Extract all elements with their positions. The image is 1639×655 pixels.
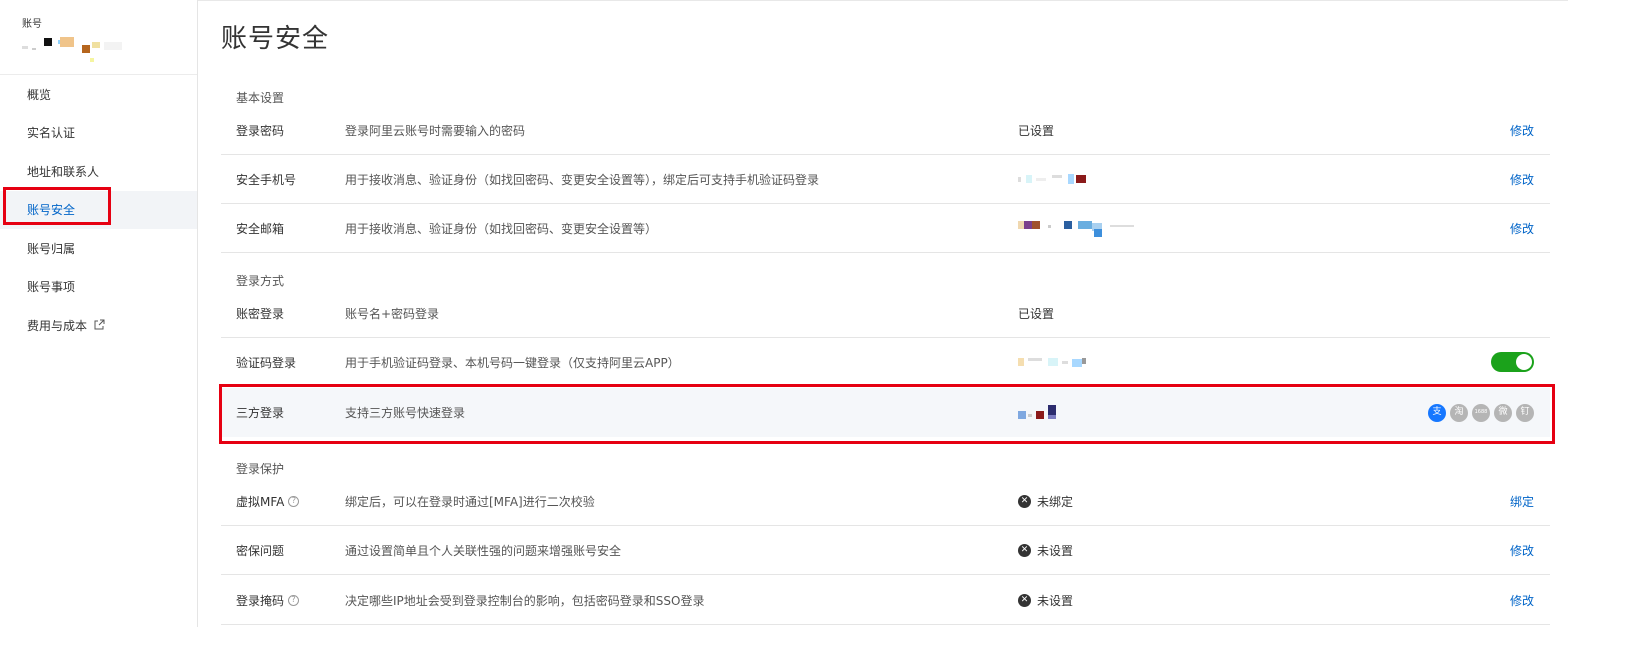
sidebar-item-ownership[interactable]: 账号归属	[0, 229, 197, 268]
row-desc: 决定哪些IP地址会受到登录控制台的影响，包括密码登录和SSO登录	[345, 593, 705, 608]
modify-email-link[interactable]: 修改	[1510, 220, 1534, 237]
row-status: ✕ 未设置	[1018, 542, 1073, 559]
external-link-icon	[94, 319, 105, 330]
sidebar-item-label: 账号事项	[27, 280, 76, 295]
sidebar-item-matters[interactable]: 账号事项	[0, 268, 197, 307]
account-label: 账号	[22, 19, 42, 30]
row-security-email: 安全邮箱 用于接收消息、验证身份（如找回密码、变更安全设置等） 修改	[221, 204, 1550, 253]
taobao-icon[interactable]: 淘	[1450, 403, 1468, 422]
close-circle-icon: ✕	[1018, 593, 1031, 607]
row-third-party-login: 三方登录 支持三方账号快速登录 支 淘 1688 微 钉	[221, 388, 1550, 437]
third-party-icons: 支 淘 1688 微 钉	[1428, 403, 1534, 422]
sidebar-item-label: 地址和联系人	[27, 164, 100, 179]
row-desc: 登录阿里云账号时需要输入的密码	[345, 123, 526, 138]
modify-password-link[interactable]: 修改	[1510, 122, 1534, 139]
weibo-icon[interactable]: 微	[1494, 403, 1512, 422]
status-text: 未设置	[1037, 593, 1074, 608]
modify-login-mask-link[interactable]: 修改	[1510, 592, 1534, 609]
sidebar-item-overview[interactable]: 概览	[0, 75, 197, 114]
status-text: 未设置	[1037, 543, 1074, 558]
row-name: 安全邮箱	[236, 221, 285, 236]
row-desc: 用于接收消息、验证身份（如找回密码、变更安全设置等），绑定后可支持手机验证码登录	[345, 172, 820, 187]
row-name-text: 登录掩码	[236, 593, 285, 608]
help-icon[interactable]: ?	[288, 495, 300, 507]
row-name: 登录掩码?	[236, 592, 300, 609]
sidebar-item-label: 概览	[27, 87, 52, 102]
row-security-question: 密保问题 通过设置简单且个人关联性强的问题来增强账号安全 ✕ 未设置 修改	[221, 526, 1550, 575]
section-title-login-protect: 登录保护	[236, 462, 285, 476]
sidebar-item-real-name[interactable]: 实名认证	[0, 114, 197, 153]
close-circle-icon: ✕	[1018, 494, 1031, 508]
row-status: 已设置	[1018, 123, 1055, 138]
row-password-login: 账密登录 账号名+密码登录 已设置	[221, 289, 1550, 338]
row-status: ✕ 未设置	[1018, 592, 1073, 609]
row-desc: 用于手机验证码登录、本机号码一键登录（仅支持阿里云APP）	[345, 355, 680, 370]
sidebar-item-label: 账号归属	[27, 241, 76, 256]
third-party-account-masked	[1018, 404, 1062, 421]
row-name: 密保问题	[236, 543, 285, 558]
row-name: 安全手机号	[236, 172, 297, 187]
page-title: 账号安全	[221, 24, 330, 54]
sidebar-item-security[interactable]: 账号安全	[0, 190, 197, 229]
sidebar-item-billing[interactable]: 费用与成本	[0, 306, 197, 345]
row-security-phone: 安全手机号 用于接收消息、验证身份（如找回密码、变更安全设置等），绑定后可支持手…	[221, 155, 1550, 204]
bind-mfa-link[interactable]: 绑定	[1510, 493, 1534, 510]
status-text: 未绑定	[1037, 494, 1074, 509]
account-name-masked	[22, 36, 142, 62]
row-name: 三方登录	[236, 406, 285, 420]
sidebar: 账号 概览 实名认证 地址和联系人 账号安全 账号归属 账号事项 费用与成本	[0, 0, 198, 627]
section-title-login-method: 登录方式	[236, 274, 285, 288]
sidebar-nav: 概览 实名认证 地址和联系人 账号安全 账号归属 账号事项 费用与成本	[0, 75, 197, 345]
phone-masked	[1018, 172, 1090, 186]
row-login-mask: 登录掩码? 决定哪些IP地址会受到登录控制台的影响，包括密码登录和SSO登录 ✕…	[221, 576, 1550, 625]
row-name: 验证码登录	[236, 355, 297, 370]
row-desc: 账号名+密码登录	[345, 306, 440, 321]
row-desc: 绑定后，可以在登录时通过[MFA]进行二次校验	[345, 494, 595, 509]
sidebar-item-label: 实名认证	[27, 126, 76, 141]
row-name: 虚拟MFA?	[236, 493, 300, 510]
row-name: 账密登录	[236, 306, 285, 321]
sidebar-item-address[interactable]: 地址和联系人	[0, 152, 197, 191]
top-border	[46, 0, 1568, 1]
sidebar-item-label: 账号安全	[27, 203, 76, 218]
code-login-phone-masked	[1018, 355, 1088, 369]
row-desc: 用于接收消息、验证身份（如找回密码、变更安全设置等）	[345, 221, 658, 236]
row-name-text: 虚拟MFA	[236, 494, 285, 509]
sidebar-item-label: 费用与成本	[27, 318, 88, 333]
row-desc: 支持三方账号快速登录	[345, 406, 466, 420]
alipay-icon[interactable]: 支	[1428, 403, 1446, 422]
modify-security-question-link[interactable]: 修改	[1510, 542, 1534, 559]
1688-icon[interactable]: 1688	[1472, 403, 1490, 422]
row-desc: 通过设置简单且个人关联性强的问题来增强账号安全	[345, 543, 622, 558]
row-virtual-mfa: 虚拟MFA? 绑定后，可以在登录时通过[MFA]进行二次校验 ✕ 未绑定 绑定	[221, 477, 1550, 526]
code-login-toggle[interactable]	[1491, 352, 1534, 372]
row-status: ✕ 未绑定	[1018, 493, 1073, 510]
row-code-login: 验证码登录 用于手机验证码登录、本机号码一键登录（仅支持阿里云APP）	[221, 338, 1550, 387]
help-icon[interactable]: ?	[288, 594, 300, 606]
modify-phone-link[interactable]: 修改	[1510, 171, 1534, 188]
email-masked	[1018, 221, 1134, 237]
row-name: 登录密码	[236, 123, 285, 138]
section-title-basic: 基本设置	[236, 91, 285, 105]
row-login-password: 登录密码 登录阿里云账号时需要输入的密码 已设置 修改	[221, 106, 1550, 155]
toggle-knob	[1516, 354, 1532, 370]
close-circle-icon: ✕	[1018, 543, 1031, 557]
row-status: 已设置	[1018, 306, 1055, 321]
dingtalk-icon[interactable]: 钉	[1516, 403, 1534, 422]
